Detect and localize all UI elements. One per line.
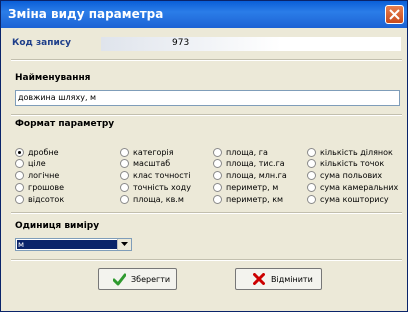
window-title: Зміна виду параметра: [8, 7, 164, 21]
radio-icon: [213, 159, 222, 168]
radio-icon: [213, 171, 222, 180]
divider: [11, 259, 402, 261]
radio-selected-icon: [15, 148, 24, 157]
divider: [11, 59, 402, 61]
radio-icon: [307, 171, 316, 180]
format-section-label: Формат параметру: [15, 119, 115, 129]
radio-icon: [307, 195, 316, 204]
radio-icon: [15, 183, 24, 192]
name-section-label: Найменування: [15, 73, 91, 83]
format-radio-group: дробне ціле логічне грошове відсоток кат…: [15, 142, 405, 222]
radio-icon: [307, 148, 316, 157]
radio-icon: [120, 183, 129, 192]
radio-icon: [213, 148, 222, 157]
radio-icon: [307, 183, 316, 192]
unit-select-arrow[interactable]: [117, 239, 131, 250]
radio-icon: [213, 183, 222, 192]
save-button-label: Зберегти: [131, 275, 171, 284]
save-button[interactable]: Зберегти: [98, 268, 177, 290]
close-button[interactable]: [385, 5, 404, 24]
close-icon: [389, 9, 400, 20]
radio-icon: [15, 195, 24, 204]
name-input[interactable]: довжина шляху, м: [15, 90, 400, 106]
divider: [11, 114, 402, 116]
cancel-button-label: Відмінити: [271, 275, 313, 284]
unit-section-label: Одиниця виміру: [15, 221, 100, 231]
radio-icon: [213, 195, 222, 204]
radio-icon: [15, 171, 24, 180]
cancel-button[interactable]: Відмінити: [235, 268, 322, 290]
cross-icon: [253, 273, 265, 285]
radio-icon: [120, 159, 129, 168]
radio-icon: [120, 195, 129, 204]
dialog-window: Зміна виду параметра Код запису 973 Найм…: [0, 0, 408, 312]
record-code-value: 973: [172, 38, 190, 48]
radio-icon: [120, 171, 129, 180]
record-code-field: 973: [101, 37, 401, 51]
radio-icon: [15, 159, 24, 168]
chevron-down-icon: [121, 242, 128, 246]
unit-select-value: м: [17, 240, 117, 249]
title-bar[interactable]: Зміна виду параметра: [1, 1, 407, 28]
unit-select[interactable]: м: [15, 238, 132, 251]
divider: [11, 212, 402, 214]
record-code-label: Код запису: [12, 38, 71, 48]
checkmark-icon: [113, 273, 126, 286]
radio-icon: [120, 148, 129, 157]
radio-icon: [307, 159, 316, 168]
